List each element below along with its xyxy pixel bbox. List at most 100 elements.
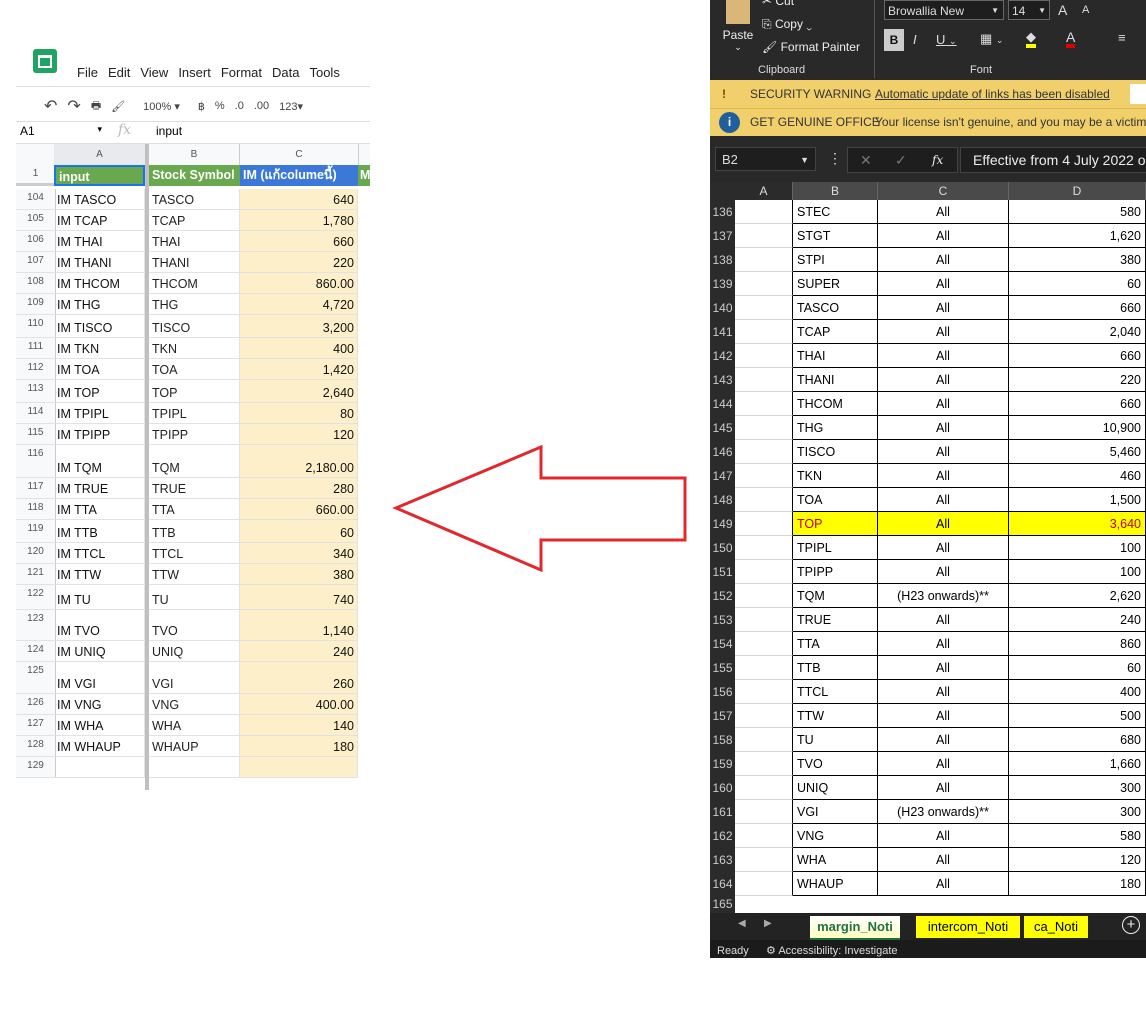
cell-symbol[interactable]: TQM <box>793 584 878 608</box>
cell-a[interactable] <box>735 536 793 560</box>
cell-a[interactable] <box>735 464 793 488</box>
cell-a[interactable] <box>735 248 793 272</box>
cell-type[interactable]: All <box>878 704 1009 728</box>
cell-symbol[interactable]: TTCL <box>793 680 878 704</box>
cell-a[interactable] <box>735 224 793 248</box>
cell-im[interactable]: 3,640 <box>1009 512 1146 536</box>
column-header-d[interactable]: D <box>1009 182 1146 200</box>
formula-bar[interactable]: Effective from 4 July 2022 on <box>960 147 1146 173</box>
font-color-icon[interactable]: A <box>1066 30 1076 48</box>
paste-button[interactable]: Paste ⌄ <box>722 0 754 53</box>
row-number[interactable]: 160 <box>710 776 735 800</box>
cell-im[interactable]: 100 <box>1009 536 1146 560</box>
scroll-tabs-left-icon[interactable]: ◀ <box>738 918 746 929</box>
shrink-font-icon[interactable]: A <box>1082 4 1089 16</box>
grow-font-icon[interactable]: A <box>1058 2 1067 18</box>
cell-a[interactable] <box>735 440 793 464</box>
cell-symbol[interactable]: UNIQ <box>793 776 878 800</box>
cell-a[interactable] <box>735 848 793 872</box>
cell-symbol[interactable]: TTB <box>793 656 878 680</box>
row-number[interactable]: 139 <box>710 272 735 296</box>
cell-a[interactable] <box>735 488 793 512</box>
cell-symbol[interactable]: STGT <box>793 224 878 248</box>
accessibility-button[interactable]: ⚙ Accessibility: Investigate <box>766 940 898 958</box>
cell-a[interactable] <box>735 512 793 536</box>
cell-im[interactable]: 5,460 <box>1009 440 1146 464</box>
sheet-tab-ca-noti[interactable]: ca_Noti <box>1024 916 1088 938</box>
cell-symbol[interactable]: TVO <box>793 752 878 776</box>
cell-type[interactable]: All <box>878 272 1009 296</box>
cell-symbol[interactable]: TOP <box>793 512 878 536</box>
row-number[interactable]: 161 <box>710 800 735 824</box>
cell-a[interactable] <box>735 800 793 824</box>
cell-symbol[interactable]: THANI <box>793 368 878 392</box>
fill-color-icon[interactable]: ◆ <box>1026 30 1036 48</box>
row-number[interactable]: 146 <box>710 440 735 464</box>
cell-im[interactable]: 2,620 <box>1009 584 1146 608</box>
cell-im[interactable]: 300 <box>1009 800 1146 824</box>
cell-im[interactable]: 580 <box>1009 824 1146 848</box>
cell-im[interactable]: 660 <box>1009 344 1146 368</box>
cell-symbol[interactable]: TRUE <box>793 608 878 632</box>
column-header-b[interactable]: B <box>793 182 878 200</box>
align-icon[interactable]: ≡ <box>1118 30 1126 45</box>
cell-a[interactable] <box>735 344 793 368</box>
cell-symbol[interactable]: VNG <box>793 824 878 848</box>
cell-a[interactable] <box>735 320 793 344</box>
cell-symbol[interactable]: TTW <box>793 704 878 728</box>
cell-a[interactable] <box>735 656 793 680</box>
cell-a[interactable] <box>735 584 793 608</box>
bold-button[interactable]: B <box>884 29 904 51</box>
cell-type[interactable]: All <box>878 296 1009 320</box>
cell-type[interactable]: All <box>878 608 1009 632</box>
cell-symbol[interactable]: TU <box>793 728 878 752</box>
cell-type[interactable]: All <box>878 440 1009 464</box>
underline-button[interactable]: U ⌄ <box>936 32 957 47</box>
font-size-select[interactable]: 14 ▼ <box>1008 0 1050 20</box>
cut-button[interactable]: ✂ Cut <box>762 0 794 8</box>
cell-a[interactable] <box>735 728 793 752</box>
cell-im[interactable]: 240 <box>1009 608 1146 632</box>
cell-a[interactable] <box>735 608 793 632</box>
row-number[interactable]: 142 <box>710 344 735 368</box>
enable-content-button[interactable] <box>1130 84 1146 104</box>
cell-symbol[interactable]: TKN <box>793 464 878 488</box>
cell-type[interactable]: All <box>878 224 1009 248</box>
row-number[interactable]: 136 <box>710 200 735 224</box>
cell-im[interactable]: 660 <box>1009 296 1146 320</box>
cell-symbol[interactable]: WHAUP <box>793 872 878 896</box>
cell-a[interactable] <box>735 824 793 848</box>
row-number[interactable]: 144 <box>710 392 735 416</box>
cell-type[interactable]: (H23 onwards)** <box>878 800 1009 824</box>
row-number[interactable]: 164 <box>710 872 735 896</box>
name-box[interactable]: B2 ▼ <box>715 147 816 171</box>
cell-im[interactable]: 1,500 <box>1009 488 1146 512</box>
cell-type[interactable]: All <box>878 200 1009 224</box>
cell-im[interactable]: 500 <box>1009 704 1146 728</box>
cell-a[interactable] <box>735 416 793 440</box>
cell-im[interactable]: 460 <box>1009 464 1146 488</box>
row-number[interactable]: 162 <box>710 824 735 848</box>
cell-a[interactable] <box>735 752 793 776</box>
cell-a[interactable] <box>735 200 793 224</box>
cell-type[interactable]: All <box>878 320 1009 344</box>
cell-type[interactable]: All <box>878 656 1009 680</box>
cell-type[interactable]: All <box>878 680 1009 704</box>
column-header-c[interactable]: C <box>878 182 1009 200</box>
cell-im[interactable]: 860 <box>1009 632 1146 656</box>
enter-icon[interactable]: ✓ <box>895 148 907 172</box>
row-number[interactable]: 158 <box>710 728 735 752</box>
format-painter-button[interactable]: 🖌 Format Painter <box>762 40 860 54</box>
cell-symbol[interactable]: TPIPL <box>793 536 878 560</box>
cell-type[interactable]: All <box>878 248 1009 272</box>
cell-type[interactable]: All <box>878 392 1009 416</box>
cell-symbol[interactable]: THCOM <box>793 392 878 416</box>
row-number[interactable]: 140 <box>710 296 735 320</box>
row-number[interactable]: 148 <box>710 488 735 512</box>
cell-im[interactable]: 380 <box>1009 248 1146 272</box>
cell-type[interactable]: All <box>878 536 1009 560</box>
row-number[interactable]: 137 <box>710 224 735 248</box>
cell-symbol[interactable]: TTA <box>793 632 878 656</box>
automatic-update-link[interactable]: Automatic update of links has been disab… <box>875 80 1110 108</box>
row-number[interactable]: 155 <box>710 656 735 680</box>
